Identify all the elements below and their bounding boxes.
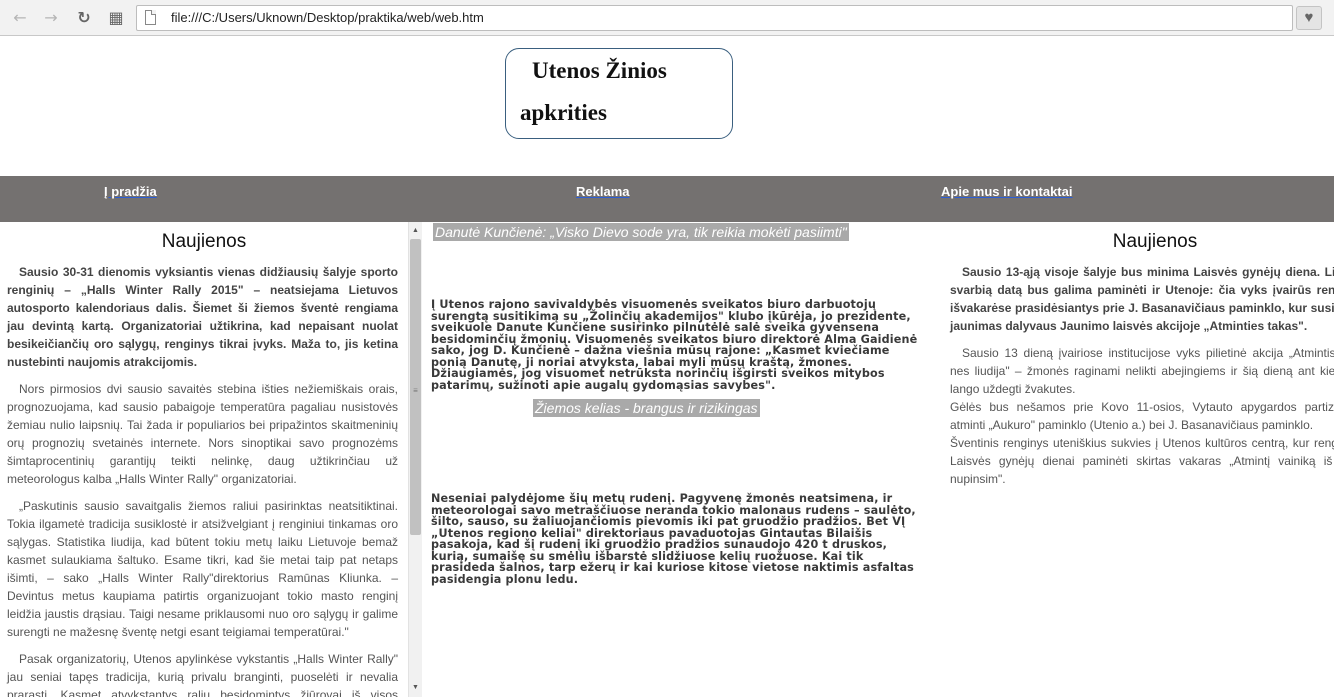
browser-toolbar: ← → ↻ ▦ file:///C:/Users/Uknown/Desktop/… (0, 0, 1334, 36)
article-text: Į Utenos rajono savivaldybės visuomenės … (431, 298, 918, 392)
nav-link-home[interactable]: Į pradžia (104, 184, 157, 199)
news-paragraph: Šventinis renginys uteniškius sukvies į … (950, 436, 1334, 486)
middle-articles-column: Danutė Kunčienė: „Visko Dievo sode yra, … (422, 222, 942, 697)
news-paragraph: Sausio 13-ąją visoje šalyje bus minima L… (950, 265, 1334, 333)
right-news-text: Sausio 13-ąją visoje šalyje bus minima L… (950, 263, 1334, 488)
site-title-line2: apkrities (520, 100, 607, 125)
news-paragraph: Nors pirmosios dvi sausio savaitės stebi… (7, 382, 398, 486)
apps-icon[interactable]: ▦ (105, 7, 127, 29)
right-news-heading: Naujienos (1112, 231, 1198, 252)
left-news-column: Naujienos Sausio 30-31 dienomis vyksiant… (0, 222, 408, 697)
scroll-down-arrow-icon[interactable]: ▼ (409, 681, 422, 695)
news-paragraph: Gėlės bus nešamos prie Kovo 11-osios, Vy… (950, 400, 1334, 432)
news-paragraph: Pasak organizatorių, Utenos apylinkėse v… (7, 652, 398, 697)
address-bar[interactable]: file:///C:/Users/Uknown/Desktop/praktika… (136, 5, 1293, 31)
nav-link-ads[interactable]: Reklama (576, 184, 629, 199)
right-news-column: Naujienos Sausio 13-ąją visoje šalyje bu… (945, 222, 1334, 697)
reload-icon[interactable]: ↻ (73, 7, 95, 29)
left-news-text: Sausio 30-31 dienomis vyksiantis vienas … (7, 263, 398, 697)
back-icon[interactable]: ← (9, 7, 31, 29)
article-heading[interactable]: Danutė Kunčienė: „Visko Dievo sode yra, … (433, 223, 849, 241)
url-text[interactable]: file:///C:/Users/Uknown/Desktop/praktika… (171, 10, 484, 25)
left-news-heading: Naujienos (161, 231, 247, 252)
page-icon (145, 10, 156, 25)
scrollbar-grip-icon: ≡ (413, 386, 418, 395)
left-column-scrollbar[interactable]: ▲ ≡ ▼ (408, 222, 422, 697)
main-nav: Į pradžia Reklama Apie mus ir kontaktai (0, 176, 1334, 222)
forward-icon[interactable]: → (40, 7, 62, 29)
news-paragraph: Sausio 30-31 dienomis vyksiantis vienas … (7, 265, 398, 369)
article-heading[interactable]: Žiemos kelias - brangus ir rizikingas (533, 399, 760, 417)
site-title-line1: Utenos Žinios (532, 58, 667, 83)
scrollbar-thumb[interactable]: ≡ (410, 239, 421, 535)
news-paragraph: „Paskutinis sausio savaitgalis žiemos ra… (7, 499, 398, 639)
nav-link-about-contacts[interactable]: Apie mus ir kontaktai (941, 184, 1072, 199)
bookmark-heart-icon[interactable]: ♥ (1296, 6, 1322, 30)
site-title-box: Utenos Žinios apkrities (505, 48, 733, 139)
scroll-up-arrow-icon[interactable]: ▲ (409, 224, 422, 238)
news-paragraph: Sausio 13 dieną įvairiose institucijose … (950, 346, 1334, 396)
article-text: Neseniai palydėjome šių metų rudenį. Pag… (431, 492, 916, 586)
